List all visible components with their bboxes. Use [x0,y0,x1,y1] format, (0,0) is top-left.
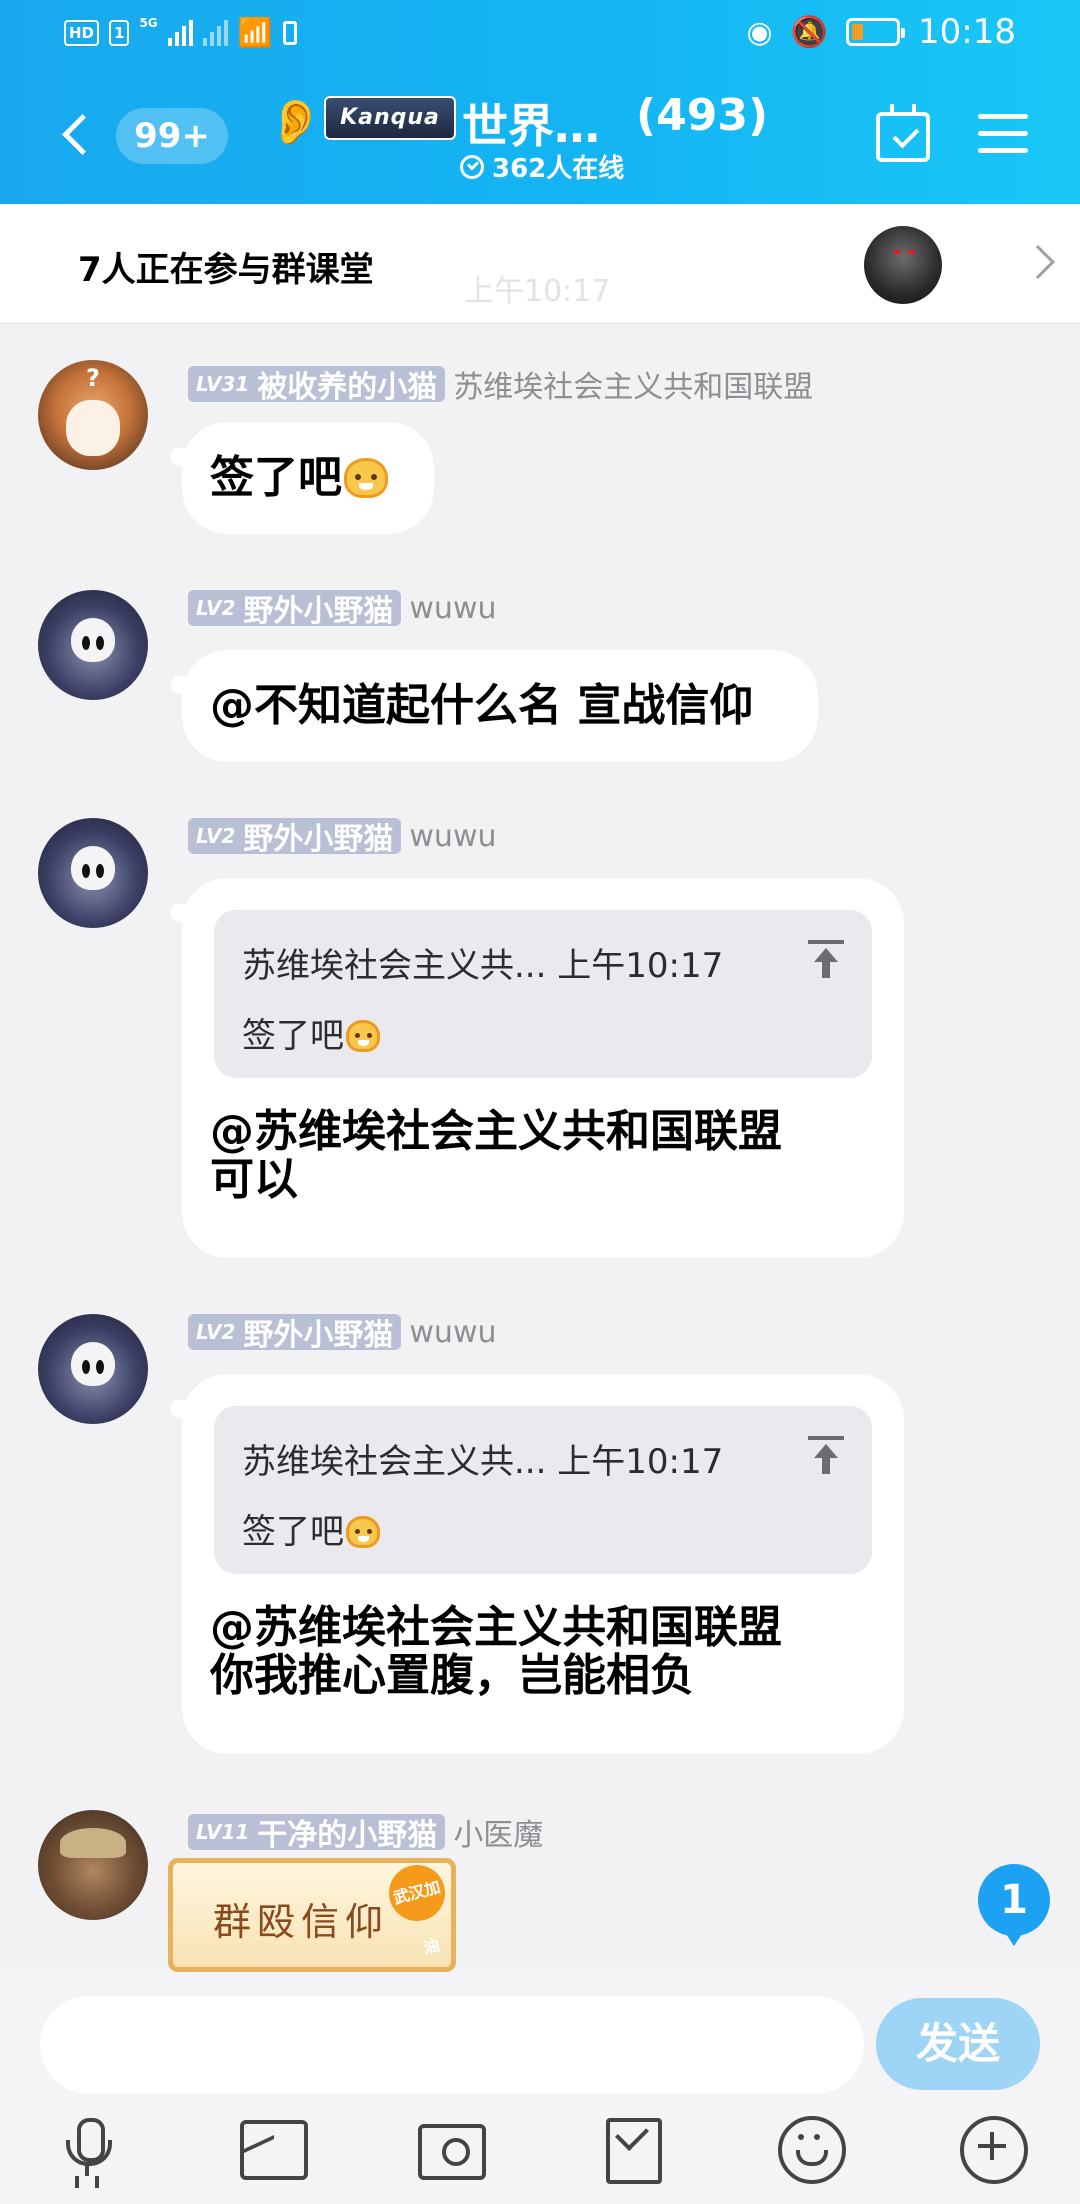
mute-bell-icon: 🔕 [790,14,829,50]
avatar[interactable] [38,590,148,700]
chevron-right-icon [1021,245,1055,279]
member-title-badge: LV31 被收养的小猫 [188,366,446,405]
sender-nickname[interactable]: wuwu [409,591,496,626]
sticker-message[interactable]: 群殴信仰 武汉加油 [168,1858,456,1972]
message-text: @苏维埃社会主义共和国联盟 你我推心置腹，岂能相负 [210,1602,782,1701]
back-button[interactable] [56,110,96,162]
plus-icon[interactable] [956,2112,1028,2184]
sender-nickname[interactable]: wuwu [409,1315,496,1350]
message-meta: LV11 干净的小野猫 小医魔 [188,1810,543,1854]
banner-avatar [864,226,942,304]
group-logo: Kanqua [324,96,456,140]
message-meta: LV2 野外小野猫 wuwu [188,1314,497,1353]
avatar[interactable] [38,818,148,928]
calendar-check-icon[interactable] [876,104,930,162]
quote-text: 签了吧 [242,1008,380,1057]
avatar[interactable] [38,1810,148,1920]
message-text: 签了吧 [210,454,388,502]
banner-text: 7人正在参与群课堂 [78,250,374,290]
red-packet-icon[interactable] [596,2112,666,2184]
sticker-text: 群殴信仰 [213,1900,390,1944]
input-area: 发送 [0,1972,1080,2204]
sim-indicator: 1 [109,19,130,46]
message-bubble[interactable]: 苏维埃社会主义共... 上午10:17 签了吧 @苏维埃社会主义共和国联盟 可以 [182,878,904,1258]
clock: 10:18 [918,12,1016,52]
quote-header: 苏维埃社会主义共... 上午10:17 [242,946,724,986]
send-button[interactable]: 发送 [876,1998,1040,2090]
message-text: @不知道起什么名 宣战信仰 [210,680,754,731]
battery-level [852,24,863,40]
member-title-badge: LV2 野外小野猫 [188,1314,402,1353]
avatar[interactable] [38,360,148,470]
online-count: 362人在线 [492,154,625,184]
input-toolbar [0,2112,1080,2202]
message-meta: LV2 野外小野猫 wuwu [188,818,497,857]
microphone-icon[interactable] [54,2112,124,2182]
network-type: 5G [139,16,158,30]
jump-to-top-icon[interactable] [808,1436,844,1476]
banner-timestamp: 上午10:17 [464,274,611,309]
message-bubble[interactable]: @不知道起什么名 宣战信仰 [182,650,818,762]
data-saver-icon [282,20,297,45]
hd-indicator: HD [64,19,100,46]
group-class-banner[interactable]: 7人正在参与群课堂 上午10:17 [0,204,1080,324]
quote-header: 苏维埃社会主义共... 上午10:17 [242,1442,724,1482]
camera-icon[interactable] [414,2112,486,2182]
status-right: ◉ 🔕 10:18 [746,12,1016,52]
yellow-cat-emoji-icon [344,458,388,498]
menu-icon[interactable] [978,114,1028,154]
status-left: HD 1 5G 📶 [64,16,297,49]
sender-nickname[interactable]: 苏维埃社会主义共和国联盟 [453,362,813,406]
chat-header: HD 1 5G 📶 ◉ 🔕 10:18 99+ 👂 Kanqua 世界… (49… [0,0,1080,204]
quote-text: 签了吧 [242,1504,380,1553]
earpiece-icon[interactable]: 👂 [268,96,323,148]
online-status[interactable]: 362人在线 [460,148,624,185]
message-input[interactable] [40,1996,864,2094]
yellow-cat-emoji-icon [346,1516,380,1548]
new-message-badge[interactable]: 1 [978,1864,1050,1946]
wifi-icon: 📶 [237,16,273,49]
jump-to-top-icon[interactable] [808,940,844,980]
check-circle-icon [460,154,484,179]
signal-icon-2 [202,19,228,46]
signal-icon [167,19,193,46]
emoji-icon[interactable] [774,2112,846,2184]
member-title-badge: LV2 野外小野猫 [188,590,402,629]
message-meta: LV2 野外小野猫 wuwu [188,590,497,629]
quoted-message[interactable]: 苏维埃社会主义共... 上午10:17 签了吧 [214,910,872,1078]
avatar[interactable] [38,1314,148,1424]
quoted-message[interactable]: 苏维埃社会主义共... 上午10:17 签了吧 [214,1406,872,1574]
group-name[interactable]: 世界… [462,90,600,156]
sender-nickname[interactable]: wuwu [409,819,496,854]
member-title-badge: LV2 野外小野猫 [188,818,402,857]
message-bubble[interactable]: 苏维埃社会主义共... 上午10:17 签了吧 @苏维埃社会主义共和国联盟 你我… [182,1374,904,1754]
member-title-badge: LV11 干净的小野猫 [188,1814,446,1853]
message-meta: LV31 被收养的小猫 苏维埃社会主义共和国联盟 [188,362,813,406]
unread-count-badge[interactable]: 99+ [116,108,228,164]
eye-icon: ◉ [746,14,773,50]
photo-icon[interactable] [236,2112,308,2182]
yellow-cat-emoji-icon [346,1020,380,1052]
message-text: @苏维埃社会主义共和国联盟 可以 [210,1106,782,1205]
battery-icon [846,18,906,46]
sticker-tag: 武汉加油 [382,1863,451,1958]
member-count[interactable]: (493) [636,90,768,141]
sender-nickname[interactable]: 小医魔 [453,1810,543,1854]
status-bar: HD 1 5G 📶 ◉ 🔕 10:18 [0,0,1080,64]
message-bubble[interactable]: 签了吧 [182,422,434,534]
